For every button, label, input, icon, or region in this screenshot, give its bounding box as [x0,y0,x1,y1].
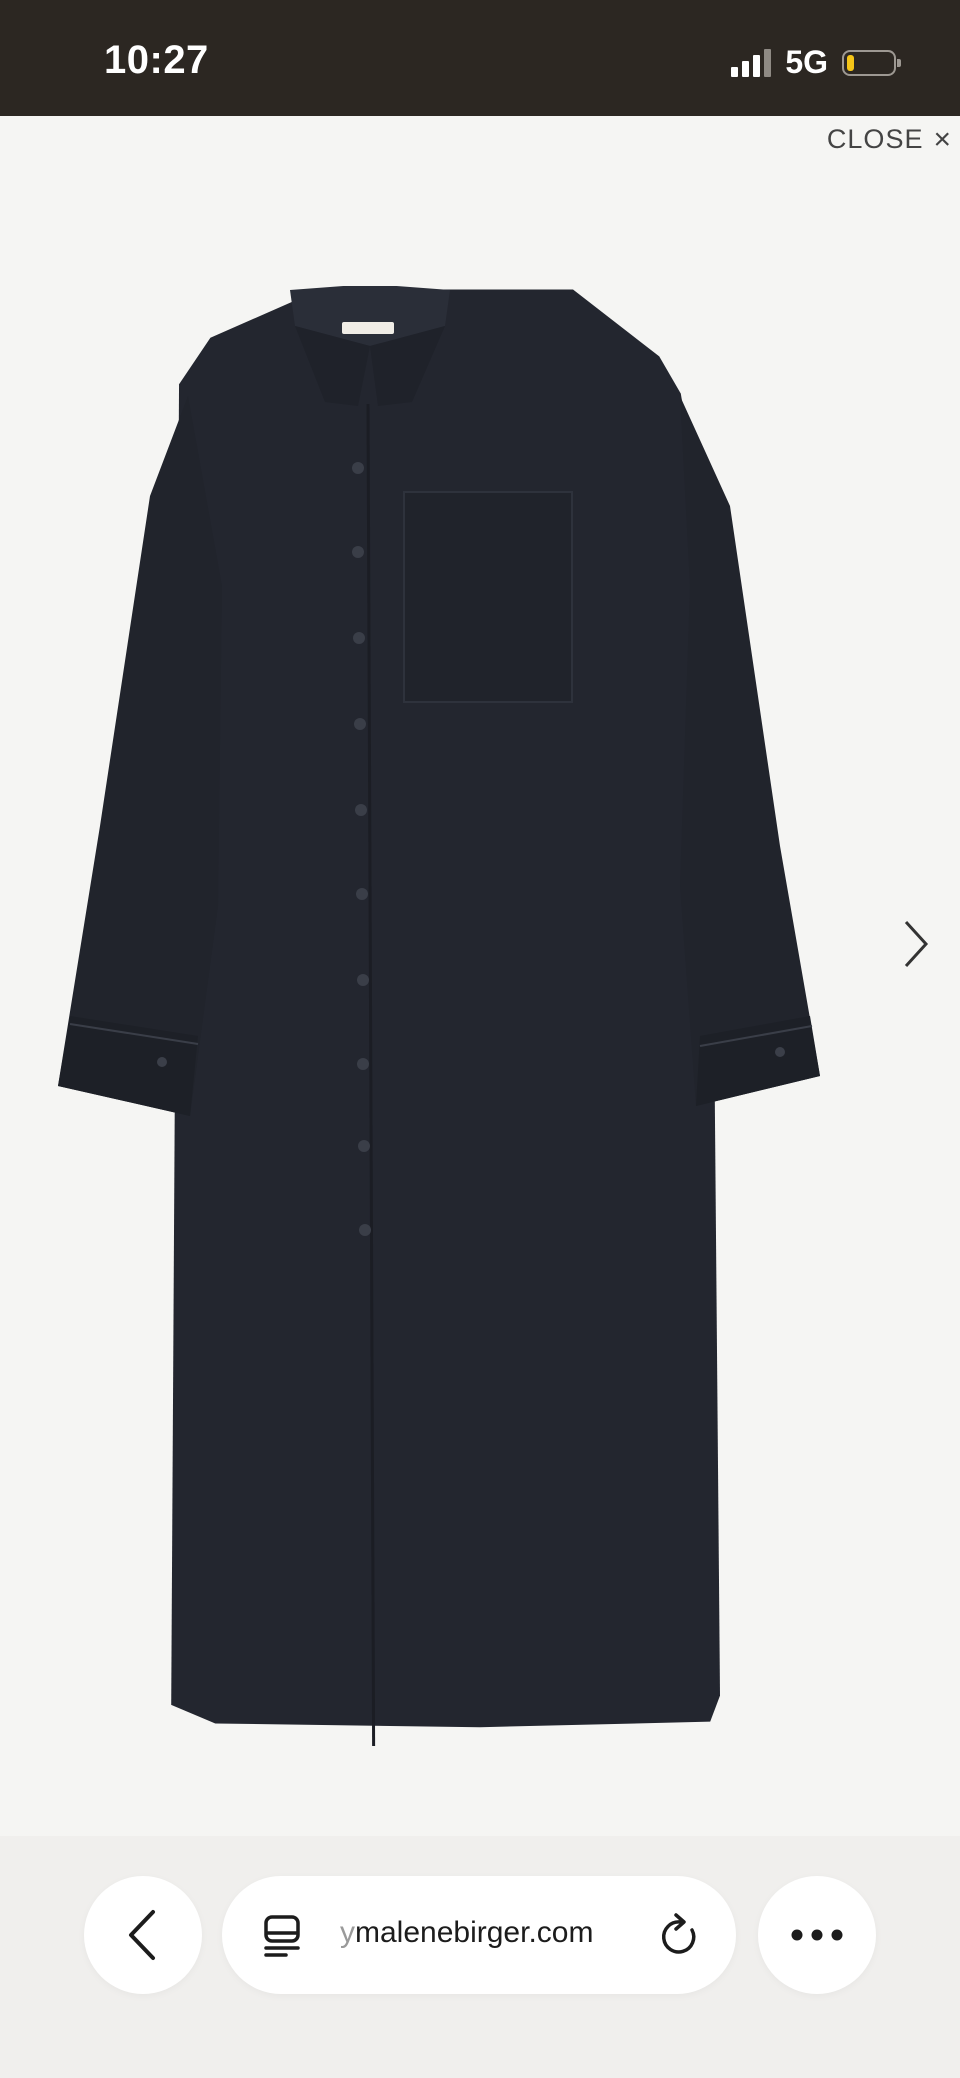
url-text: ymalenebirger.com [340,1916,593,1950]
network-label: 5G [785,44,828,80]
brand-label [342,322,394,334]
close-icon: × [933,122,952,156]
url-prefix: y [340,1916,355,1949]
signal-icon [731,48,772,77]
url-domain: malenebirger.com [355,1916,594,1949]
more-button[interactable] [758,1876,876,1994]
status-bar: 10:27 5G [0,0,960,116]
battery-icon [842,49,901,76]
left-sleeve [58,396,222,1116]
close-label: CLOSE [826,124,924,154]
status-time: 10:27 [104,38,209,82]
battery-level [847,54,854,71]
front-pocket [403,491,573,703]
status-indicators: 5G [731,44,901,81]
product-image[interactable] [40,286,920,1746]
browser-toolbar: ymalenebirger.com [0,1836,960,2078]
close-button[interactable]: CLOSE × [827,124,952,155]
back-button[interactable] [84,1876,202,1994]
next-arrow-icon[interactable] [896,914,936,974]
chevron-left-icon [129,1910,155,1960]
address-bar[interactable]: ymalenebirger.com [222,1876,736,1994]
reload-icon[interactable] [658,1912,702,1960]
tabs-icon [264,1915,300,1957]
image-viewer: CLOSE × [0,116,960,1836]
right-sleeve [680,396,820,1106]
more-icon [791,1929,843,1941]
